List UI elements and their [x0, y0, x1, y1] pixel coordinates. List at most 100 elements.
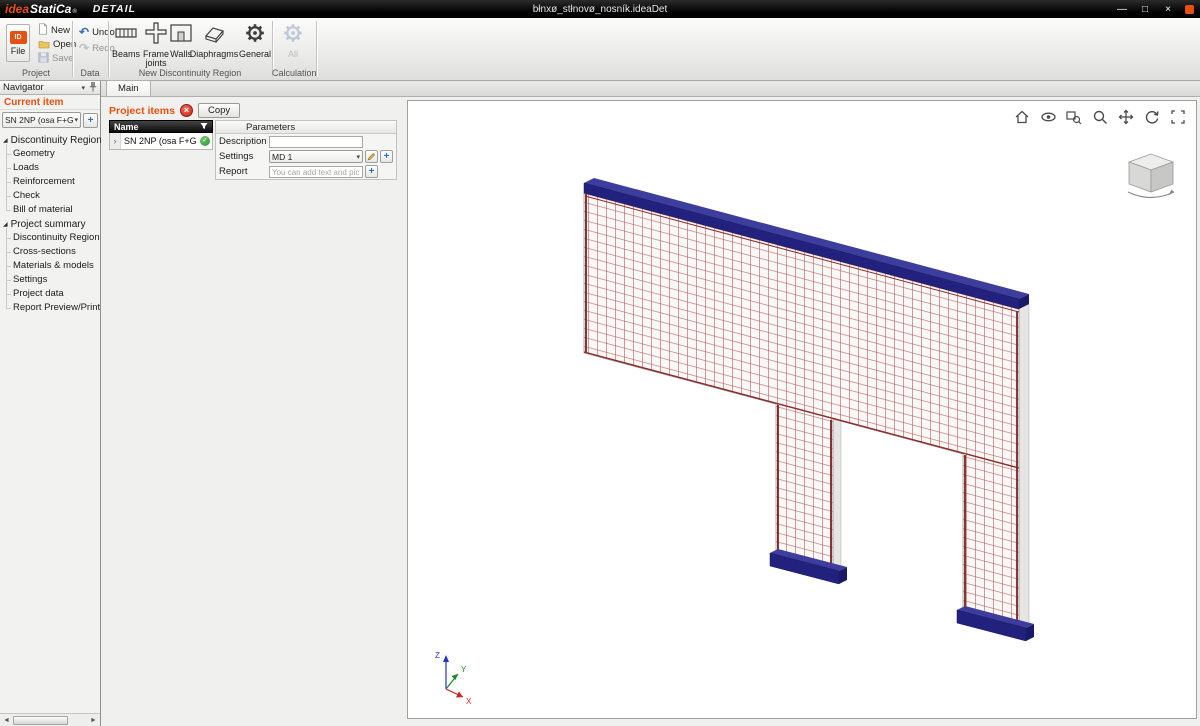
- tree-node-project-summary[interactable]: ◢ Project summary: [0, 217, 100, 231]
- save-disk-icon: [38, 50, 49, 68]
- idea-logo-icon: ID: [10, 31, 27, 44]
- beams-icon: [114, 22, 138, 49]
- tab-strip: Main: [101, 81, 1200, 97]
- save-button[interactable]: Save: [38, 52, 74, 65]
- current-item-value: SN 2NP (osa F+G): [5, 115, 74, 125]
- fit-view-button[interactable]: [1169, 108, 1187, 126]
- report-input[interactable]: [269, 166, 363, 178]
- scroll-right-icon[interactable]: ►: [88, 717, 99, 724]
- calculate-all-label: All: [288, 50, 298, 59]
- settings-selector[interactable]: MD 1 ▾: [269, 150, 363, 163]
- pan-button[interactable]: [1117, 108, 1135, 126]
- diaphragms-button[interactable]: Diaphragms: [194, 22, 234, 59]
- tree-node-discontinuity-region[interactable]: ◢ Discontinuity Region: [0, 133, 100, 147]
- delete-item-button[interactable]: ×: [180, 104, 193, 117]
- add-report-content-button[interactable]: +: [365, 165, 378, 178]
- tree-item-discontinuity-region[interactable]: Discontinuity Region: [0, 231, 100, 245]
- tree-item-loads[interactable]: Loads: [0, 161, 100, 175]
- row-status: ✓: [198, 136, 212, 146]
- zoom-window-button[interactable]: [1065, 108, 1083, 126]
- general-button[interactable]: General: [240, 22, 270, 59]
- rotate-button[interactable]: [1143, 108, 1161, 126]
- settings-row: Settings MD 1 ▾ +: [216, 149, 396, 164]
- expander-icon[interactable]: ◢: [3, 137, 8, 144]
- check-ok-icon: ✓: [200, 136, 210, 146]
- navigator-title: Navigator: [3, 82, 44, 93]
- copy-button[interactable]: Copy: [198, 103, 240, 118]
- project-items-title: Project items: [109, 105, 175, 117]
- brand-statica: StatiCa: [30, 2, 71, 16]
- leg-end-face: [833, 415, 841, 571]
- chevron-down-icon[interactable]: ▾: [81, 84, 85, 92]
- parameters-panel: Parameters Description Settings MD 1 ▾ +…: [215, 120, 397, 180]
- walls-icon: [169, 22, 193, 49]
- navigation-cube[interactable]: [1120, 147, 1182, 203]
- orbit-ring-icon[interactable]: [1128, 192, 1174, 198]
- table-row[interactable]: › SN 2NP (osa F+G ✓: [109, 133, 213, 150]
- plus-icon: +: [384, 151, 390, 162]
- navigator-tree: ◢ Discontinuity Region Geometry Loads Re…: [0, 130, 100, 315]
- document-title: błnxø_stłnovø_nosník.ideaDet: [533, 4, 668, 15]
- general-gear-icon: [244, 22, 266, 49]
- add-settings-button[interactable]: +: [380, 150, 393, 163]
- module-name: DETAIL: [93, 3, 136, 15]
- plus-icon: +: [369, 166, 375, 177]
- current-item-selector[interactable]: SN 2NP (osa F+G) ▾: [2, 112, 81, 128]
- wall-end-face: [1019, 304, 1029, 628]
- add-item-button[interactable]: +: [83, 113, 98, 128]
- tree-item-check[interactable]: Check: [0, 189, 100, 203]
- close-button[interactable]: ×: [1162, 4, 1174, 15]
- calculate-all-button[interactable]: All: [278, 22, 308, 59]
- tree-children: Discontinuity Region Cross-sections Mate…: [0, 231, 100, 315]
- tab-main[interactable]: Main: [106, 80, 151, 96]
- beams-button[interactable]: Beams: [111, 22, 141, 59]
- tree-item-bill-of-material[interactable]: Bill of material: [0, 203, 100, 217]
- pin-icon[interactable]: [89, 81, 97, 95]
- scrollbar-thumb[interactable]: [13, 716, 68, 725]
- description-input[interactable]: [269, 136, 363, 148]
- tree-item-reinforcement[interactable]: Reinforcement: [0, 175, 100, 189]
- scrollbar-track[interactable]: [12, 715, 88, 726]
- home-view-button[interactable]: [1013, 108, 1031, 126]
- orbit-arrow-icon: [1169, 190, 1175, 196]
- minimize-button[interactable]: —: [1116, 4, 1128, 15]
- settings-value: MD 1: [272, 152, 356, 162]
- tree-node-label: Project summary: [11, 219, 86, 230]
- group-label-data: Data: [72, 68, 108, 79]
- undo-button[interactable]: ↶ Undo: [79, 26, 115, 39]
- expander-icon[interactable]: ◢: [3, 221, 8, 228]
- maximize-button[interactable]: □: [1139, 4, 1151, 15]
- settings-label: Settings: [219, 151, 267, 162]
- navigator-hscrollbar[interactable]: ◄ ►: [0, 713, 100, 726]
- zoom-button[interactable]: [1091, 108, 1109, 126]
- edit-settings-button[interactable]: [365, 150, 378, 163]
- pencil-icon: [367, 148, 376, 166]
- file-button[interactable]: ID File: [6, 24, 30, 62]
- row-expander-icon[interactable]: ›: [110, 133, 121, 149]
- name-column-header[interactable]: Name: [114, 122, 139, 132]
- diaphragms-icon: [202, 22, 226, 49]
- view-eye-button[interactable]: [1039, 108, 1057, 126]
- filter-funnel-icon[interactable]: [200, 122, 208, 132]
- axis-z-label: Z: [435, 651, 440, 660]
- group-label-calculation: Calculation: [272, 68, 316, 79]
- titlebar: ideaStatiCa® DETAIL błnxø_stłnovø_nosník…: [0, 0, 1200, 18]
- tree-item-cross-sections[interactable]: Cross-sections: [0, 245, 100, 259]
- walls-button-label: Walls: [170, 50, 192, 59]
- axis-y-label: Y: [461, 665, 467, 674]
- project-items-table: Name › SN 2NP (osa F+G ✓: [109, 120, 213, 150]
- report-row: Report +: [216, 164, 396, 179]
- tree-item-settings[interactable]: Settings: [0, 273, 100, 287]
- redo-button[interactable]: ↷ Redo: [79, 42, 115, 55]
- project-items-header: Project items × Copy: [109, 103, 240, 118]
- table-header-row: Name: [109, 120, 213, 133]
- tree-item-geometry[interactable]: Geometry: [0, 147, 100, 161]
- viewport-3d[interactable]: Z Y X: [407, 100, 1197, 719]
- scroll-left-icon[interactable]: ◄: [1, 717, 12, 724]
- tree-item-report-preview-print[interactable]: Report Preview/Print: [0, 301, 100, 315]
- tree-item-materials-models[interactable]: Materials & models: [0, 259, 100, 273]
- frame-joints-icon: [144, 22, 168, 49]
- beams-button-label: Beams: [112, 50, 140, 59]
- tree-item-project-data[interactable]: Project data: [0, 287, 100, 301]
- model-3d-wall: Z Y X: [408, 101, 1196, 718]
